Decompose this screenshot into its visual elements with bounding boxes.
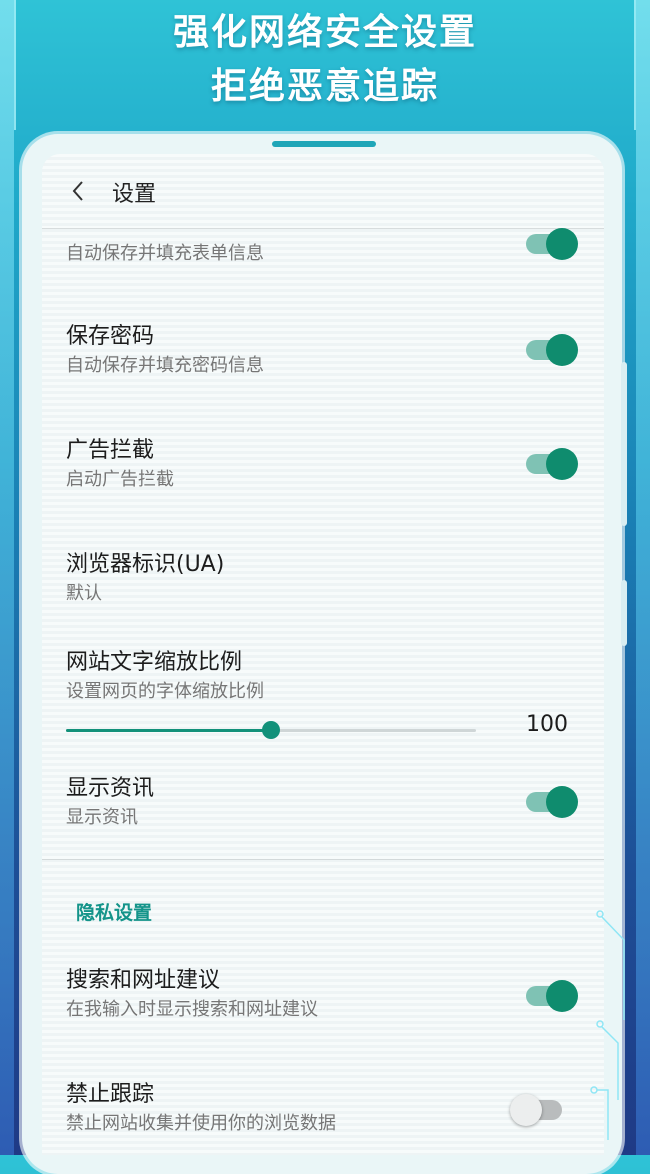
setting-title: 浏览器标识(UA)	[66, 552, 225, 577]
autofill-toggle[interactable]	[526, 228, 578, 260]
setting-title: 搜索和网址建议	[66, 968, 221, 993]
setting-subtitle: 禁止网站收集并使用你的浏览数据	[66, 1113, 336, 1134]
setting-subtitle: 设置网页的字体缩放比例	[66, 681, 264, 702]
chevron-left-icon[interactable]	[68, 178, 90, 204]
setting-subtitle: 默认	[66, 583, 102, 604]
text-zoom-slider[interactable]	[66, 720, 476, 740]
ad-block-toggle[interactable]	[526, 448, 578, 480]
setting-title: 广告拦截	[66, 438, 155, 463]
slider-thumb[interactable]	[262, 721, 280, 739]
setting-row-search-suggestions[interactable]: 搜索和网址建议 在我输入时显示搜索和网址建议	[66, 966, 586, 1024]
setting-title: 网站文字缩放比例	[66, 650, 243, 675]
phone-notch	[272, 141, 376, 147]
setting-row-user-agent[interactable]: 浏览器标识(UA) 默认	[66, 550, 586, 608]
right-glow-border	[636, 0, 650, 1155]
page-title: 设置	[112, 182, 157, 207]
setting-row-text-zoom: 网站文字缩放比例 设置网页的字体缩放比例	[66, 648, 586, 706]
show-news-toggle[interactable]	[526, 786, 578, 818]
setting-row-show-news[interactable]: 显示资讯 显示资讯	[66, 774, 586, 832]
section-header-privacy: 隐私设置	[76, 902, 153, 924]
setting-subtitle: 自动保存并填充密码信息	[66, 355, 264, 376]
setting-title: 显示资讯	[66, 776, 155, 801]
do-not-track-toggle[interactable]	[510, 1094, 562, 1126]
setting-title: 保存密码	[66, 324, 155, 349]
search-suggestions-toggle[interactable]	[526, 980, 578, 1012]
setting-subtitle: 自动保存并填充表单信息	[66, 243, 264, 264]
setting-subtitle: 显示资讯	[66, 807, 138, 828]
app-header: 设置	[42, 154, 604, 229]
text-zoom-value: 100	[526, 712, 568, 737]
save-password-toggle[interactable]	[526, 334, 578, 366]
promo-banner: 强化网络安全设置 拒绝恶意追踪	[0, 6, 650, 114]
setting-row-autofill[interactable]: 自动保存并填充表单信息	[66, 240, 586, 268]
settings-screen: 设置 自动保存并填充表单信息 保存密码 自动保存并填充密码信息 广告拦截 启动广…	[42, 154, 604, 1155]
section-divider	[42, 859, 604, 860]
phone-side-button	[621, 580, 627, 646]
banner-line-1: 强化网络安全设置	[172, 12, 477, 53]
setting-subtitle: 在我输入时显示搜索和网址建议	[66, 999, 318, 1020]
banner-line-2: 拒绝恶意追踪	[210, 66, 439, 107]
setting-row-ad-block[interactable]: 广告拦截 启动广告拦截	[66, 436, 586, 494]
setting-row-do-not-track[interactable]: 禁止跟踪 禁止网站收集并使用你的浏览数据	[66, 1080, 586, 1138]
setting-subtitle: 启动广告拦截	[66, 469, 174, 490]
phone-side-button	[621, 362, 627, 526]
setting-row-save-password[interactable]: 保存密码 自动保存并填充密码信息	[66, 322, 586, 380]
left-glow-border	[0, 0, 14, 1155]
setting-title: 禁止跟踪	[66, 1082, 155, 1107]
